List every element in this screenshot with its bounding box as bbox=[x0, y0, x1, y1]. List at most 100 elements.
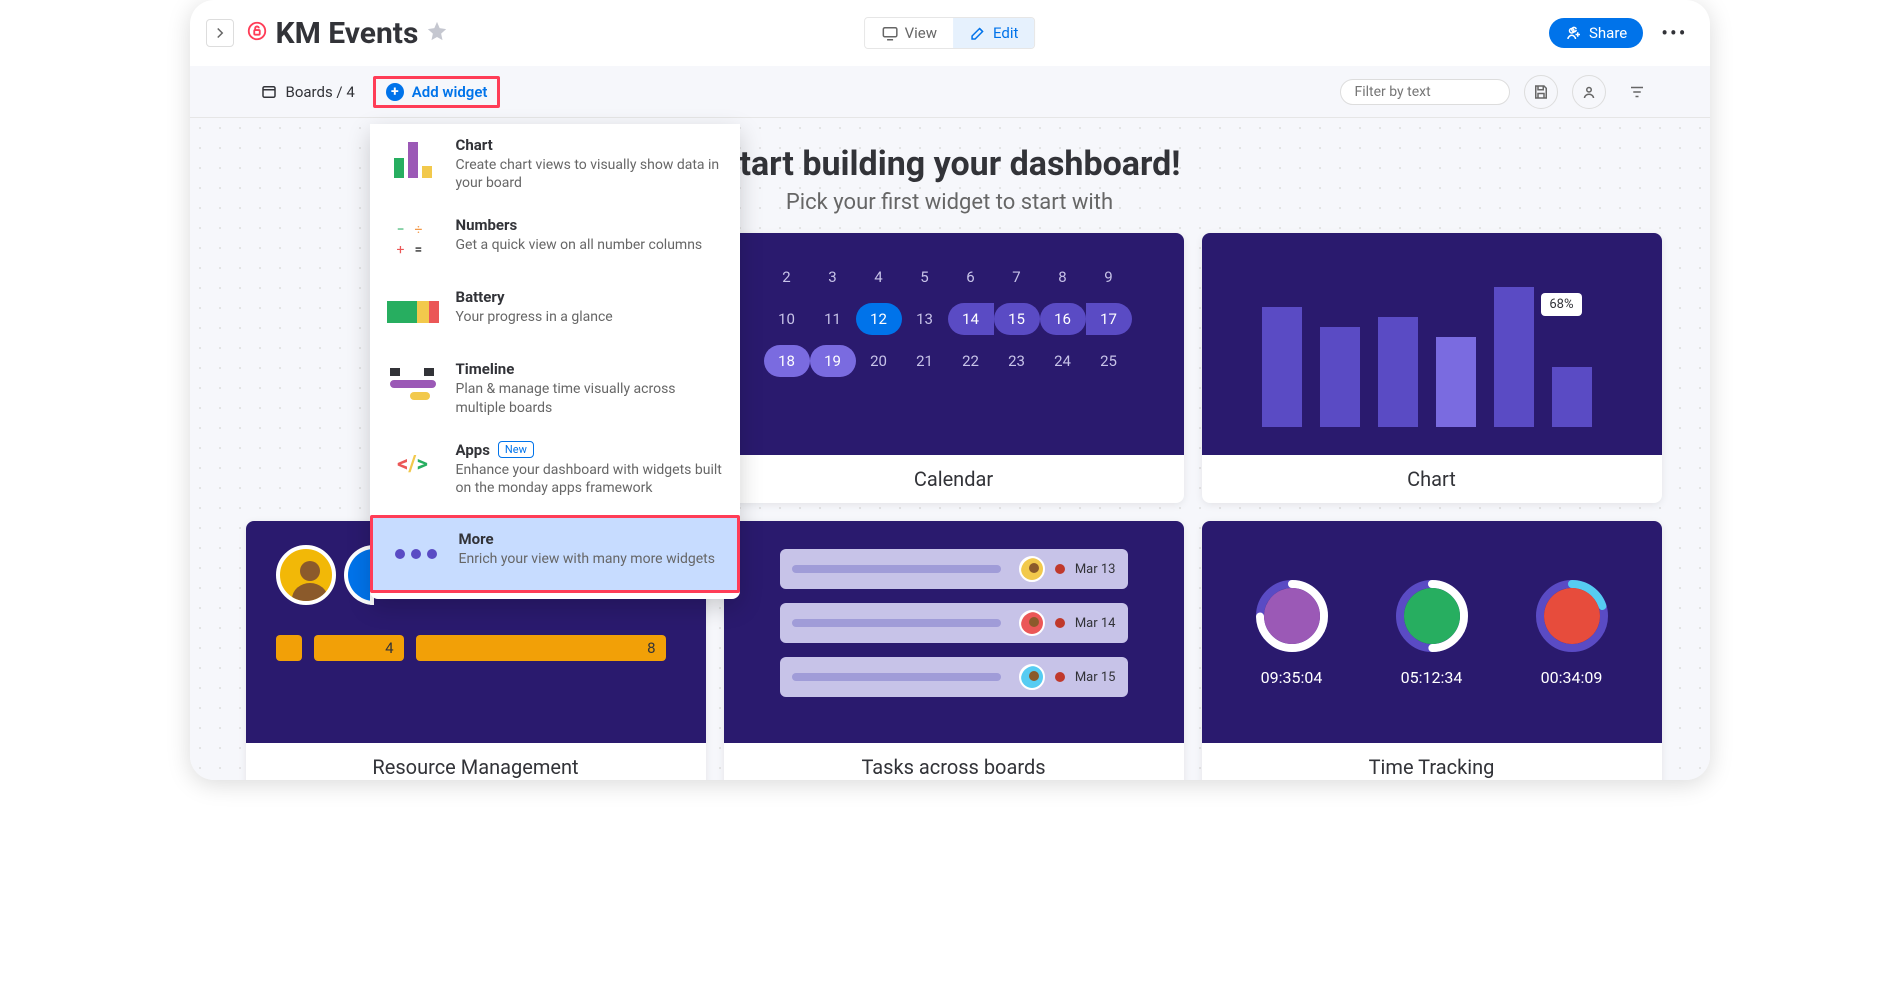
star-icon[interactable] bbox=[426, 20, 448, 46]
card-label: Tasks across boards bbox=[724, 743, 1184, 780]
card-label: Calendar bbox=[724, 455, 1184, 503]
cal-cell: 11 bbox=[810, 303, 856, 335]
cal-cell-range: 17 bbox=[1086, 303, 1132, 335]
boards-count[interactable]: Boards / 4 bbox=[260, 83, 355, 101]
dropdown-item-numbers[interactable]: −÷+= Numbers Get a quick view on all num… bbox=[370, 204, 740, 276]
cal-cell: 13 bbox=[902, 303, 948, 335]
cal-cell-range: 15 bbox=[994, 303, 1040, 335]
cal-cell: 24 bbox=[1040, 345, 1086, 377]
dropdown-desc: Plan & manage time visually across multi… bbox=[456, 380, 724, 416]
cal-cell-range: 14 bbox=[948, 303, 994, 335]
avatar bbox=[1019, 610, 1045, 636]
view-button[interactable]: View bbox=[865, 18, 953, 48]
add-widget-dropdown: Chart Create chart views to visually sho… bbox=[370, 124, 740, 599]
chart-card[interactable]: 68% Chart bbox=[1202, 233, 1662, 503]
person-icon[interactable] bbox=[1572, 75, 1606, 109]
dropdown-desc: Get a quick view on all number columns bbox=[456, 236, 703, 254]
dropdown-title: Battery bbox=[456, 288, 613, 306]
task-date: Mar 13 bbox=[1075, 562, 1116, 577]
resource-bar: 8 bbox=[416, 635, 666, 661]
battery-icon bbox=[386, 288, 440, 336]
view-edit-toggle: View Edit bbox=[864, 17, 1036, 49]
toolbar: Boards / 4 + Add widget bbox=[190, 66, 1710, 118]
cal-cell: 22 bbox=[948, 345, 994, 377]
dropdown-desc: Create chart views to visually show data… bbox=[456, 156, 724, 192]
chart-icon bbox=[386, 136, 440, 184]
plus-icon: + bbox=[386, 83, 404, 101]
tasks-card[interactable]: Mar 13 Mar 14 Mar 15 Tasks bbox=[724, 521, 1184, 780]
calendar-card[interactable]: 2 3 4 5 6 7 8 9 10 11 12 13 14 bbox=[724, 233, 1184, 503]
cal-cell: 7 bbox=[994, 261, 1040, 293]
task-date: Mar 14 bbox=[1075, 616, 1116, 631]
dropdown-item-battery[interactable]: Battery Your progress in a glance bbox=[370, 276, 740, 348]
cal-cell: 9 bbox=[1086, 261, 1132, 293]
dropdown-item-chart[interactable]: Chart Create chart views to visually sho… bbox=[370, 124, 740, 204]
dropdown-desc: Enhance your dashboard with widgets buil… bbox=[456, 461, 724, 497]
card-label: Chart bbox=[1202, 455, 1662, 503]
cal-cell: 21 bbox=[902, 345, 948, 377]
status-dot-icon bbox=[1055, 672, 1065, 682]
cal-cell: 2 bbox=[764, 261, 810, 293]
edit-button[interactable]: Edit bbox=[953, 18, 1034, 48]
avatar bbox=[1404, 588, 1460, 644]
task-date: Mar 15 bbox=[1075, 670, 1116, 685]
more-icon bbox=[389, 530, 443, 578]
cal-cell: 3 bbox=[810, 261, 856, 293]
save-icon[interactable] bbox=[1524, 75, 1558, 109]
status-dot-icon bbox=[1055, 564, 1065, 574]
time-value: 05:12:34 bbox=[1401, 668, 1463, 687]
dropdown-title: Numbers bbox=[456, 216, 703, 234]
filter-icon[interactable] bbox=[1620, 75, 1654, 109]
dropdown-desc: Enrich your view with many more widgets bbox=[459, 550, 715, 568]
code-icon: </> bbox=[386, 441, 440, 489]
card-label: Resource Management bbox=[246, 743, 706, 780]
dropdown-title: Chart bbox=[456, 136, 724, 154]
dropdown-title: Timeline bbox=[456, 360, 724, 378]
cal-cell: 4 bbox=[856, 261, 902, 293]
avatar bbox=[1019, 664, 1045, 690]
filter-input[interactable] bbox=[1340, 79, 1510, 105]
more-menu-button[interactable]: ••• bbox=[1655, 21, 1693, 45]
cal-cell: 6 bbox=[948, 261, 994, 293]
time-value: 00:34:09 bbox=[1541, 668, 1603, 687]
dropdown-item-apps[interactable]: </> AppsNew Enhance your dashboard with … bbox=[370, 429, 740, 509]
page-title: KM Events bbox=[276, 16, 419, 51]
bar-icon bbox=[276, 635, 302, 661]
dropdown-item-more[interactable]: More Enrich your view with many more wid… bbox=[370, 515, 740, 593]
lock-icon bbox=[246, 20, 268, 46]
chart-tooltip: 68% bbox=[1541, 293, 1581, 316]
share-label: Share bbox=[1589, 24, 1627, 42]
cal-cell: 25 bbox=[1086, 345, 1132, 377]
progress-ring bbox=[1254, 578, 1330, 654]
task-row: Mar 15 bbox=[780, 657, 1128, 697]
share-button[interactable]: Share bbox=[1549, 18, 1643, 48]
status-dot-icon bbox=[1055, 618, 1065, 628]
time-value: 09:35:04 bbox=[1261, 668, 1323, 687]
header: KM Events View Edit Share ••• bbox=[190, 0, 1710, 66]
cal-cell: 5 bbox=[902, 261, 948, 293]
dropdown-desc: Your progress in a glance bbox=[456, 308, 613, 326]
cal-cell-range: 18 bbox=[764, 345, 810, 377]
edit-label: Edit bbox=[993, 24, 1018, 42]
progress-ring bbox=[1394, 578, 1470, 654]
progress-ring bbox=[1534, 578, 1610, 654]
dropdown-item-timeline[interactable]: Timeline Plan & manage time visually acr… bbox=[370, 348, 740, 428]
cal-cell: 20 bbox=[856, 345, 902, 377]
add-widget-button[interactable]: + Add widget bbox=[373, 76, 501, 108]
avatar bbox=[1019, 556, 1045, 582]
cal-cell: 10 bbox=[764, 303, 810, 335]
dropdown-title: More bbox=[459, 530, 715, 548]
cal-cell-selected: 12 bbox=[856, 303, 902, 335]
cal-cell-range: 16 bbox=[1040, 303, 1086, 335]
cal-cell: 8 bbox=[1040, 261, 1086, 293]
add-widget-label: Add widget bbox=[412, 83, 488, 101]
task-row: Mar 14 bbox=[780, 603, 1128, 643]
avatar bbox=[1264, 588, 1320, 644]
boards-count-label: Boards / 4 bbox=[286, 83, 355, 101]
new-badge: New bbox=[498, 441, 534, 458]
expand-button[interactable] bbox=[206, 19, 234, 47]
time-tracking-card[interactable]: 09:35:04 05:12:34 bbox=[1202, 521, 1662, 780]
timeline-icon bbox=[386, 360, 440, 408]
resource-bar: 4 bbox=[314, 635, 404, 661]
view-label: View bbox=[905, 24, 937, 42]
